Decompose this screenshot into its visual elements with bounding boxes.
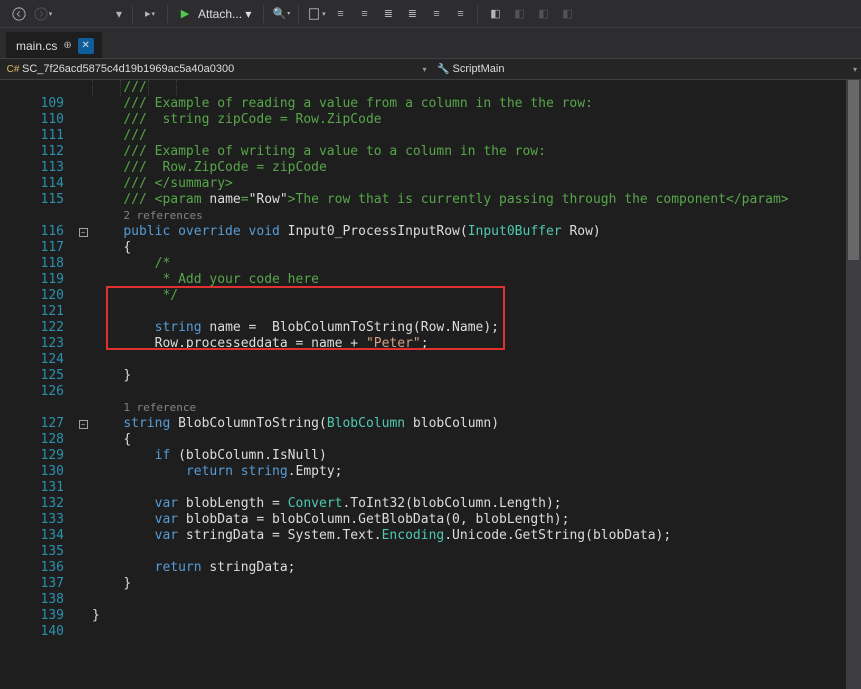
outdent-icon[interactable]: ≡ [329, 3, 351, 25]
tab-main-cs[interactable]: main.cs ⊕ ✕ [6, 32, 102, 58]
step-icon[interactable]: ▸▾ [139, 3, 161, 25]
type-dropdown[interactable]: C# SC_7f26acd5875c4d19b1969ac5a40a0300 ▾ [0, 59, 431, 79]
bookmark-prev-icon[interactable]: ◧ [508, 3, 530, 25]
fold-column[interactable]: −− [74, 80, 92, 689]
indent-icon[interactable]: ≡ [353, 3, 375, 25]
code-editor[interactable]: 1091101111121131141151161171181191201211… [0, 80, 861, 689]
toolbar: ▾ ▾ ▸▾ ▶ Attach... ▾ 🔍▾ ▾ ≡ ≡ ≣ ≣ ≡ ≡ ◧ … [0, 0, 861, 28]
nav-back-icon[interactable] [8, 3, 30, 25]
close-icon[interactable]: ✕ [78, 38, 94, 54]
chevron-down-icon: ▾ [853, 65, 857, 74]
attach-button[interactable]: Attach... ▾ [198, 7, 257, 21]
find-icon[interactable]: 🔍▾ [270, 3, 292, 25]
bookmark-next-icon[interactable]: ◧ [532, 3, 554, 25]
code-area[interactable]: /// /// Example of reading a value from … [92, 80, 861, 689]
bookmark-clear-icon[interactable]: ◧ [556, 3, 578, 25]
nav-fwd-icon[interactable]: ▾ [32, 3, 54, 25]
line-numbers: 1091101111121131141151161171181191201211… [24, 80, 74, 689]
type-name: SC_7f26acd5875c4d19b1969ac5a40a0300 [22, 63, 234, 75]
list2-icon[interactable]: ≣ [401, 3, 423, 25]
uncomment-icon[interactable]: ≡ [449, 3, 471, 25]
tab-strip: main.cs ⊕ ✕ [0, 28, 861, 58]
member-dropdown[interactable]: 🔧 ScriptMain ▾ [431, 59, 861, 79]
comment-icon[interactable]: ≡ [425, 3, 447, 25]
bookmark-icon[interactable]: ◧ [484, 3, 506, 25]
vertical-scrollbar[interactable] [846, 80, 861, 689]
list1-icon[interactable]: ≣ [377, 3, 399, 25]
tab-label: main.cs [16, 39, 57, 53]
play-icon[interactable]: ▶ [174, 3, 196, 25]
scrollbar-thumb[interactable] [848, 80, 859, 260]
csharp-icon: C# [4, 64, 22, 75]
nav-bar: C# SC_7f26acd5875c4d19b1969ac5a40a0300 ▾… [0, 58, 861, 80]
class-icon: 🔧 [435, 64, 453, 75]
member-name: ScriptMain [453, 63, 505, 75]
config-dropdown[interactable]: ▾ [56, 4, 126, 24]
chevron-down-icon: ▾ [422, 65, 426, 74]
doc-icon[interactable]: ▾ [305, 3, 327, 25]
pin-icon[interactable]: ⊕ [63, 40, 71, 51]
